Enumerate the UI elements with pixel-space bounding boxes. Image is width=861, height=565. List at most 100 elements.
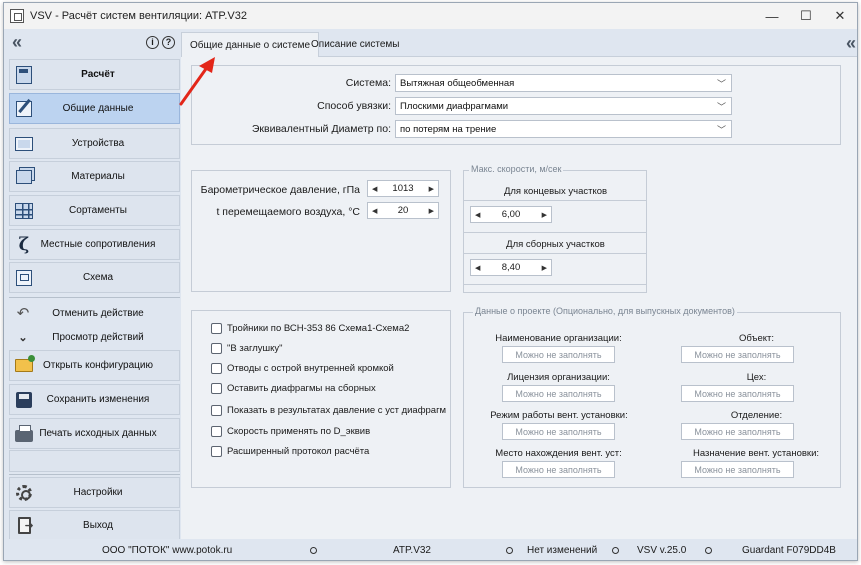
divider [464,232,647,233]
diameter-select[interactable]: по потерям на трение ﹀ [395,120,732,138]
checkbox[interactable] [211,363,222,374]
increment-icon[interactable]: ▶ [542,211,547,219]
option-tees[interactable]: Тройники по ВСН-353 86 Схема1-Схема2 [211,323,409,334]
decrement-icon[interactable]: ◀ [372,185,377,193]
department-input[interactable]: Можно не заполнять [681,423,794,440]
sidebar-divider [9,474,180,475]
location-label: Место нахождения вент. уст: [495,448,622,459]
sidebar-item-label: Сохранить изменения [46,394,150,405]
location-input[interactable]: Можно не заполнять [502,461,615,478]
divider [464,284,647,285]
org-name-input[interactable]: Можно не заполнять [502,346,615,363]
collect-sections-label: Для сборных участков [506,239,605,250]
undo-icon: ↶ [16,305,30,322]
close-button[interactable]: ✕ [823,3,857,29]
sidebar-item-devices[interactable]: Устройства [9,128,180,159]
minimize-button[interactable]: — [755,3,789,29]
help-icon[interactable]: ? [162,35,175,49]
sidebar-item-label: Выход [83,520,113,531]
end-velocity-value: 6,00 [501,209,521,220]
checkbox[interactable] [211,405,222,416]
end-velocity-stepper[interactable]: ◀ 6,00 ▶ [470,206,552,223]
title-bar: VSV - Расчёт систем вентиляции: ATP.V32 … [4,3,857,29]
increment-icon[interactable]: ▶ [429,185,434,193]
decrement-icon[interactable]: ◀ [372,207,377,215]
grid-icon [13,200,35,222]
option-sharp-bends[interactable]: Отводы с острой внутренней кромкой [211,363,394,374]
max-velocities-title: Макс. скорости, м/сек [469,164,564,174]
chevron-down-icon: ⌄ [18,331,28,344]
info-icon[interactable]: i [146,35,159,49]
checkbox[interactable] [211,383,222,394]
collapse-panel-icon[interactable]: « [846,33,856,54]
sidebar-spacer [9,450,180,472]
workshop-input[interactable]: Можно не заполнять [681,385,794,402]
device-icon [13,133,35,155]
system-select[interactable]: Вытяжная общеобменная ﹀ [395,74,732,92]
end-sections-label: Для концевых участков [503,186,608,197]
decrement-icon[interactable]: ◀ [475,211,480,219]
changes-status: Нет изменений [527,545,598,556]
exit-icon [13,515,35,537]
object-input[interactable]: Можно не заполнять [681,346,794,363]
save-button[interactable]: Сохранить изменения [9,384,180,415]
help-icons: i ? [146,35,175,49]
increment-icon[interactable]: ▶ [542,264,547,272]
print-button[interactable]: Печать исходных данных [9,418,180,449]
purpose-input[interactable]: Можно не заполнять [681,461,794,478]
sidebar-item-scheme[interactable]: Схема [9,262,180,293]
option-velocity-deq[interactable]: Скорость применять по D_эквив [211,426,370,437]
org-name-label: Наименование организации: [495,333,622,344]
sidebar-item-label: Материалы [71,171,125,182]
sidebar-divider [9,297,180,298]
decrement-icon[interactable]: ◀ [475,264,480,272]
link-method-label: Способ увязки: [317,100,391,112]
temperature-stepper[interactable]: ◀ 20 ▶ [367,202,439,219]
checkbox[interactable] [211,343,222,354]
chevron-down-icon: ﹀ [716,102,726,112]
sidebar-item-materials[interactable]: Материалы [9,161,180,192]
tab-system-description[interactable]: Описание системы [303,32,407,57]
divider [464,200,647,201]
option-extended-protocol[interactable]: Расширенный протокол расчёта [211,446,369,457]
mode-input[interactable]: Можно не заполнять [502,423,615,440]
undo-button[interactable]: ↶ Отменить действие [9,301,180,325]
open-config-button[interactable]: Открыть конфигурацию [9,350,180,381]
object-label: Объект: [739,333,774,344]
pressure-stepper[interactable]: ◀ 1013 ▶ [367,180,439,197]
option-label: Отводы с острой внутренней кромкой [227,363,394,374]
temperature-label: t перемещаемого воздуха, °С [216,206,360,218]
settings-button[interactable]: Настройки [9,477,180,508]
sidebar-item-label: Отменить действие [52,307,144,319]
edit-icon [13,98,35,120]
link-method-select[interactable]: Плоскими диафрагмами ﹀ [395,97,732,115]
checkbox[interactable] [211,426,222,437]
sidebar-item-local-resistances[interactable]: ζ Местные сопротивления [9,229,180,260]
collapse-sidebar-icon[interactable]: « [12,32,22,53]
pressure-value: 1013 [392,183,414,194]
printer-icon [13,423,35,445]
sidebar-item-label: Печать исходных данных [39,428,157,439]
checkbox[interactable] [211,446,222,457]
option-label: Показать в результатах давление с уст ди… [227,405,447,416]
sidebar-item-general-data[interactable]: Общие данные [9,93,180,124]
gear-icon [13,482,35,504]
status-indicator-icon [612,547,619,554]
option-show-pressure[interactable]: Показать в результатах давление с уст ди… [211,405,446,416]
option-plug[interactable]: "В заглушку" [211,343,283,354]
increment-icon[interactable]: ▶ [429,207,434,215]
option-keep-diaphragms[interactable]: Оставить диафрагмы на сборных [211,383,376,394]
maximize-button[interactable]: ☐ [789,3,823,29]
checkbox[interactable] [211,323,222,334]
exit-button[interactable]: Выход [9,510,180,541]
license-input[interactable]: Можно не заполнять [502,385,615,402]
collect-velocity-value: 8,40 [501,262,521,273]
status-indicator-icon [506,547,513,554]
company-text: ООО "ПОТОК" www.potok.ru [102,545,233,556]
collect-velocity-stepper[interactable]: ◀ 8,40 ▶ [470,259,552,276]
view-actions-button[interactable]: ⌄ Просмотр действий [9,325,180,349]
sidebar-item-assortments[interactable]: Сортаменты [9,195,180,226]
divider [464,253,647,254]
sidebar-item-calculation[interactable]: Расчёт [9,59,180,90]
tab-general-system-data[interactable]: Общие данные о системе [181,32,320,57]
